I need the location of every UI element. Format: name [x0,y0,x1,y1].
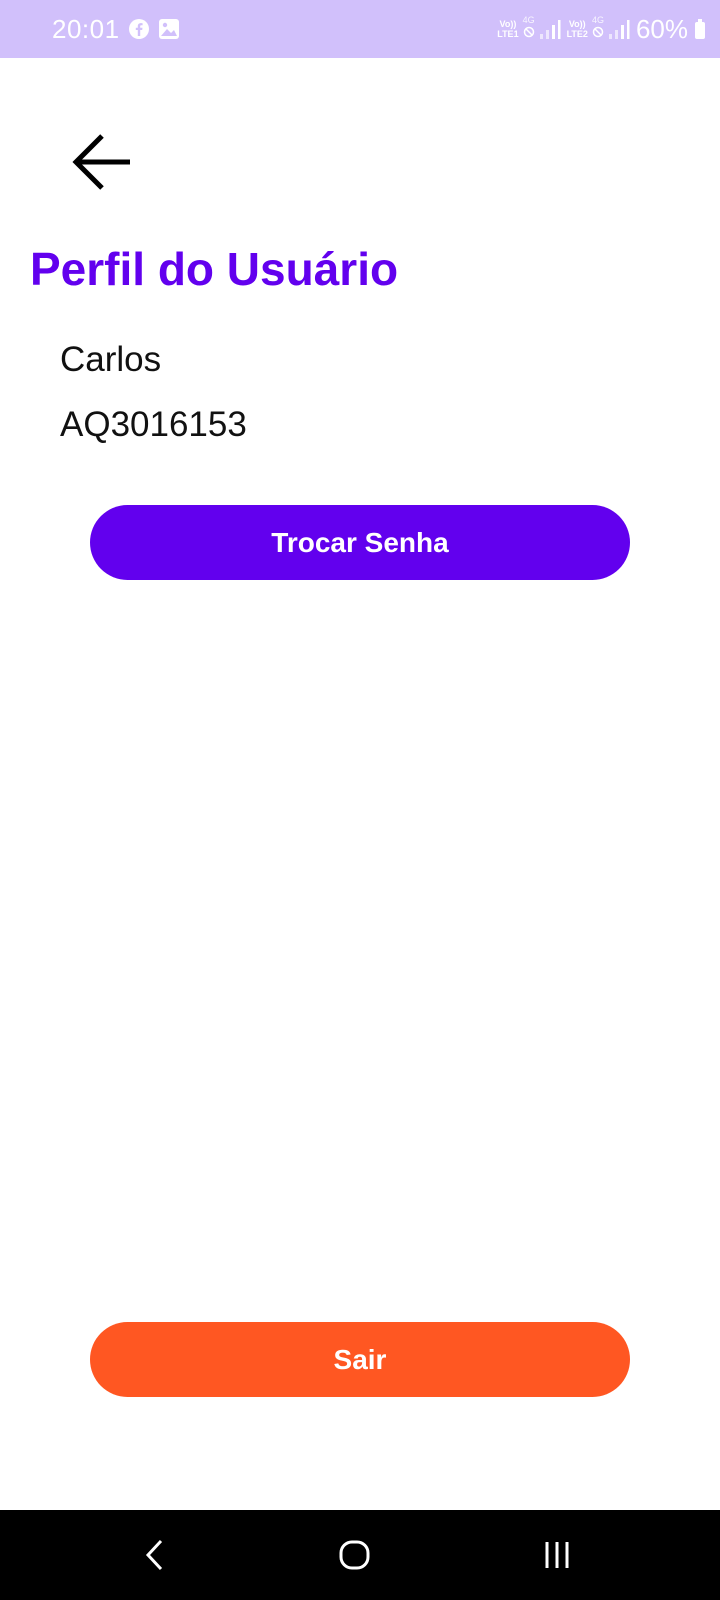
sim1-status: Vo)) LTE1 4G [497,15,561,43]
status-left: 20:01 [52,0,180,58]
facebook-icon [128,18,150,40]
sim1-volte-block: Vo)) LTE1 [497,19,518,39]
back-button[interactable] [66,126,138,198]
sim2-network-block: 4G [592,15,604,43]
no-data-icon [592,26,604,38]
home-icon [339,1540,370,1570]
no-data-icon [523,26,534,38]
status-time: 20:01 [52,13,120,44]
change-password-button[interactable]: Trocar Senha [90,505,630,580]
signal-icon [539,20,561,39]
sim2-network: 4G [591,15,604,25]
nav-home-button[interactable] [305,1510,405,1600]
sim1-lte: LTE1 [497,29,519,39]
back-icon [145,1539,163,1571]
sim1-volte: Vo)) [499,19,517,29]
battery-icon [695,19,705,39]
logout-button[interactable]: Sair [90,1322,630,1397]
sim2-lte: LTE2 [566,29,588,39]
user-id: AQ3016153 [60,405,247,444]
page-title: Perfil do Usuário [30,243,399,295]
sim2-status: Vo)) LTE2 4G [567,15,630,43]
sim2-volte-block: Vo)) LTE2 [567,19,588,39]
profile-screen: 20:01 Vo)) LTE1 4G Vo)) LTE2 4G 60% Perf… [0,0,720,1600]
nav-recents-button[interactable] [508,1510,608,1600]
user-name: Carlos [60,340,162,379]
signal-icon [608,20,630,39]
nav-back-button[interactable] [105,1510,205,1600]
navigation-bar [0,1510,720,1600]
gallery-icon [158,18,180,40]
sim1-network: 4G [522,15,535,25]
sim1-network-block: 4G [523,15,535,43]
status-bar: 20:01 Vo)) LTE1 4G Vo)) LTE2 4G 60% [0,0,720,58]
recents-icon [545,1542,569,1568]
status-right: Vo)) LTE1 4G Vo)) LTE2 4G 60% [497,0,706,58]
sim2-volte: Vo)) [568,19,586,29]
battery-level: 60% [635,13,688,44]
arrow-left-icon [72,134,130,190]
